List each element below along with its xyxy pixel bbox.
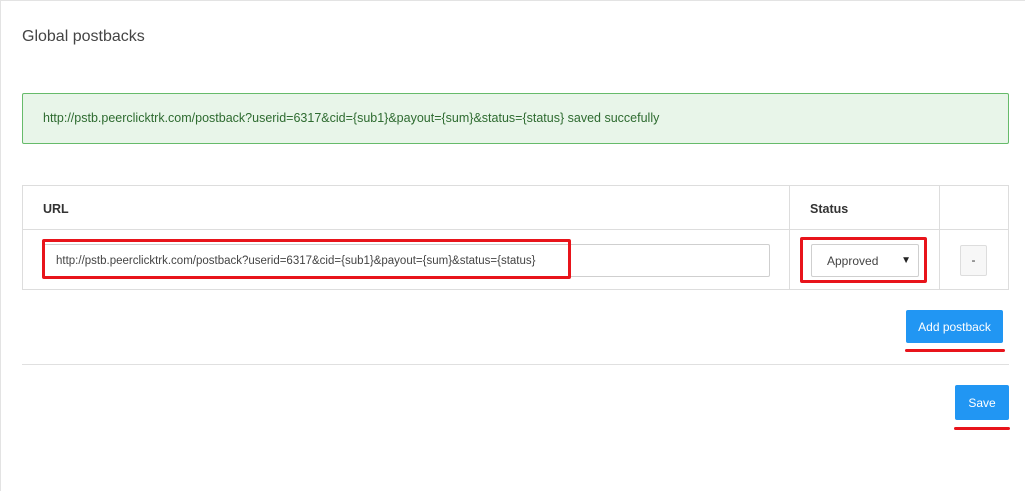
global-postbacks-panel: Global postbacks http://pstb.peerclicktr… [0, 0, 1025, 491]
annotation-add-postback-underline [905, 349, 1005, 352]
column-header-url: URL [43, 202, 69, 216]
table-header-row: URL Status [23, 186, 1008, 230]
success-alert-message: http://pstb.peerclicktrk.com/postback?us… [43, 111, 660, 125]
postback-url-input[interactable] [43, 244, 770, 277]
column-divider [939, 186, 940, 289]
page-title: Global postbacks [22, 28, 145, 45]
postbacks-table: URL Status Approved ▼ - [22, 185, 1009, 290]
caret-down-icon: ▼ [901, 255, 911, 266]
status-select[interactable]: Approved ▼ [811, 244, 919, 277]
save-button[interactable]: Save [955, 385, 1009, 420]
annotation-save-underline [954, 427, 1010, 430]
column-header-status: Status [810, 202, 849, 216]
column-divider [789, 186, 790, 289]
success-alert: http://pstb.peerclicktrk.com/postback?us… [22, 93, 1009, 144]
add-postback-button[interactable]: Add postback [906, 310, 1003, 343]
section-divider [22, 364, 1009, 365]
remove-postback-button[interactable]: - [960, 245, 987, 276]
status-select-value: Approved [827, 254, 879, 268]
